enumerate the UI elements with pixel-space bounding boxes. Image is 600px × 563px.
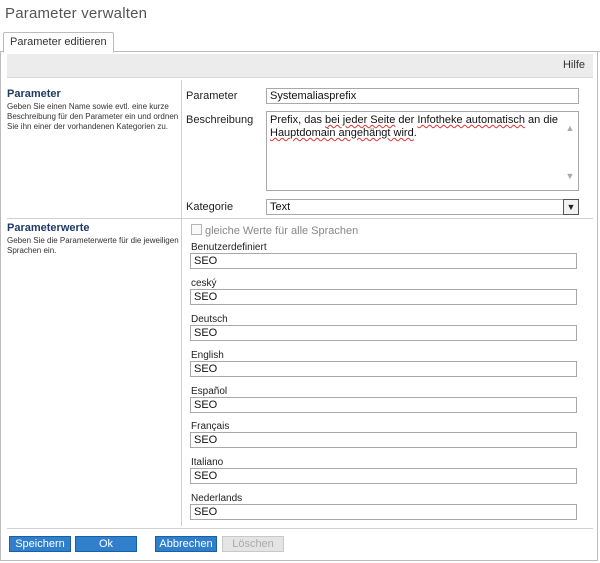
description-text: Prefix, das [270, 114, 326, 126]
language-label: Benutzerdefiniert [191, 242, 267, 253]
language-value-input[interactable]: SEO [190, 504, 577, 520]
section-divider [7, 218, 593, 219]
language-label: Nederlands [191, 493, 243, 504]
same-values-row[interactable]: gleiche Werte für alle Sprachen [191, 224, 358, 237]
parameter-section-info: Parameter Geben Sie einen Name sowie evt… [7, 88, 183, 132]
same-values-checkbox[interactable] [191, 224, 202, 235]
values-section-title: Parameterwerte [7, 222, 90, 234]
scroll-up-icon[interactable]: ▲ [565, 123, 575, 133]
language-label: ceský [191, 278, 217, 289]
column-divider [181, 80, 182, 526]
parameter-section-title: Parameter [7, 88, 61, 100]
ok-button[interactable]: Ok [75, 536, 137, 552]
description-text-misspelled: bei jeder Seite [325, 114, 396, 126]
language-label: Español [191, 386, 228, 397]
description-text: der [395, 114, 418, 126]
category-select[interactable]: Text ▼ [266, 199, 579, 215]
help-link[interactable]: Hilfe [563, 59, 585, 71]
language-value-input[interactable]: SEO [190, 289, 577, 305]
scroll-down-icon[interactable]: ▼ [565, 171, 575, 181]
parameter-name-label: Parameter [186, 90, 238, 102]
same-values-label: gleiche Werte für alle Sprachen [205, 225, 359, 237]
category-label: Kategorie [186, 201, 234, 213]
language-value-input[interactable]: SEO [190, 432, 577, 448]
parameter-name-input[interactable]: Systemaliasprefix [266, 88, 579, 104]
parameter-section-description: Geben Sie einen Name sowie evtl. eine ku… [7, 102, 179, 131]
language-label: Deutsch [191, 314, 228, 325]
language-value-input[interactable]: SEO [190, 468, 577, 484]
description-text-misspelled: Infotheke automatisch [417, 114, 525, 126]
edit-panel: Hilfe Parameter Geben Sie einen Name sow… [0, 52, 598, 561]
page-title: Parameter verwalten [5, 5, 148, 22]
tab-strip: Parameter editieren [0, 32, 600, 53]
language-value-input[interactable]: SEO [190, 397, 577, 413]
description-textarea[interactable]: Prefix, das bei jeder Seite der Infothek… [266, 111, 579, 191]
language-label: Italiano [191, 457, 224, 468]
category-selected-value: Text [270, 201, 291, 213]
chevron-down-icon[interactable]: ▼ [563, 199, 579, 215]
language-value-input[interactable]: SEO [190, 253, 577, 269]
description-text-misspelled: Hauptdomain angehängt wird [270, 127, 414, 139]
tab-parameter-editieren[interactable]: Parameter editieren [3, 32, 114, 53]
language-value-input[interactable]: SEO [190, 361, 577, 377]
values-section-info: Parameterwerte Geben Sie die Parameterwe… [7, 222, 183, 256]
description-text: . [413, 127, 417, 139]
description-label: Beschreibung [186, 114, 254, 126]
save-button[interactable]: Speichern [9, 536, 71, 552]
description-text: an die [525, 114, 559, 126]
language-label: Français [191, 421, 230, 432]
help-bar: Hilfe [7, 54, 593, 78]
cancel-button[interactable]: Abbrechen [155, 536, 217, 552]
values-section-description: Geben Sie die Parameterwerte für die jew… [7, 236, 179, 255]
language-value-input[interactable]: SEO [190, 325, 577, 341]
textarea-scrollbar[interactable]: ▲ ▼ [563, 113, 577, 189]
delete-button[interactable]: Löschen [222, 536, 284, 552]
footer-divider [7, 528, 593, 529]
language-label: English [191, 350, 224, 361]
